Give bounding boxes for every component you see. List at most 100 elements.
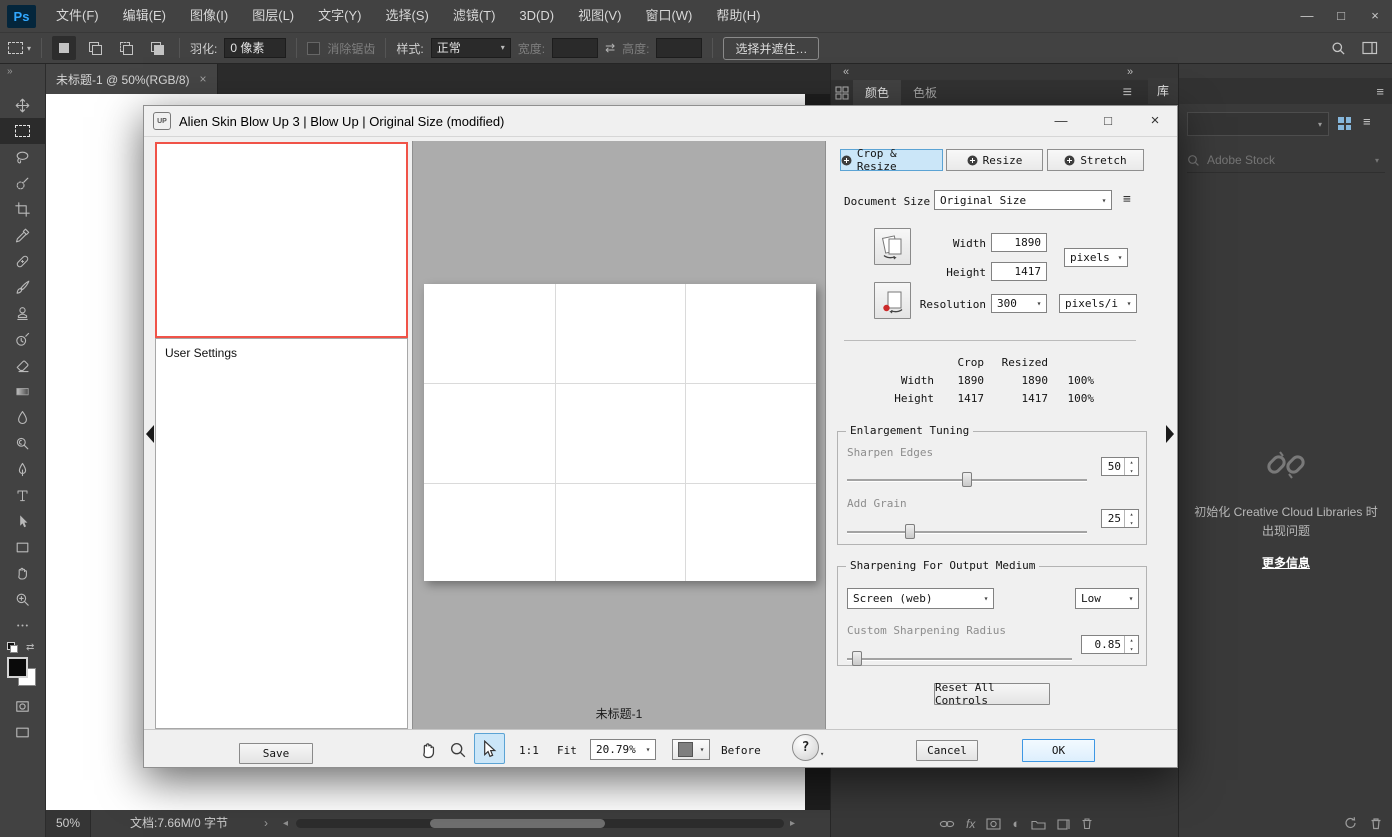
lasso-tool-button[interactable] <box>0 144 45 170</box>
history-brush-tool-button[interactable] <box>0 326 45 352</box>
add-grain-slider[interactable] <box>847 524 1087 539</box>
document-size-menu-icon[interactable]: ≡ <box>1123 192 1131 207</box>
preview-image[interactable] <box>424 284 816 581</box>
select-and-mask-button[interactable]: 选择并遮住… <box>723 37 819 60</box>
document-tab[interactable]: 未标题-1 @ 50%(RGB/8) × <box>46 64 218 94</box>
dialog-minimize-icon[interactable]: — <box>1049 112 1073 130</box>
more-info-link[interactable]: 更多信息 <box>1262 554 1310 571</box>
height-field[interactable]: 1417 <box>991 262 1047 281</box>
menu-type[interactable]: 文字(Y) <box>306 0 373 32</box>
preview-zoom-dropdown[interactable]: 20.79% ▾ <box>590 739 656 760</box>
resolution-combo[interactable]: 300 ▾ <box>991 294 1047 313</box>
spin-up-icon[interactable]: ▴ <box>1125 458 1138 467</box>
spin-up-icon[interactable]: ▴ <box>1125 636 1138 645</box>
background-color-dropdown[interactable]: ▾ <box>672 739 710 760</box>
eraser-tool-button[interactable] <box>0 352 45 378</box>
scroll-right-icon[interactable]: ▸ <box>790 810 795 837</box>
tab-resize[interactable]: Resize <box>946 149 1043 171</box>
panel-menu-icon[interactable]: ≡ <box>1123 84 1132 102</box>
workspace-icon[interactable] <box>1362 41 1378 55</box>
collapse-right-panel-arrow[interactable] <box>1166 425 1174 443</box>
sharpening-level-dropdown[interactable]: Low ▾ <box>1075 588 1139 609</box>
grid-view-icon[interactable] <box>1337 116 1352 131</box>
dialog-close-icon[interactable]: × <box>1143 112 1167 130</box>
tab-crop-resize[interactable]: Crop & Resize <box>840 149 943 171</box>
layer-style-fx-icon[interactable]: fx <box>966 817 975 831</box>
menu-help[interactable]: 帮助(H) <box>704 0 772 32</box>
horizontal-scrollbar[interactable] <box>296 819 784 828</box>
reset-all-controls-button[interactable]: Reset All Controls <box>934 683 1050 705</box>
tab-swatches-panel[interactable]: 色板 <box>901 80 949 106</box>
units-dropdown[interactable]: pixels ▾ <box>1064 248 1128 267</box>
pointer-tool-button[interactable] <box>474 733 505 764</box>
style-select[interactable]: 正常 ▾ <box>431 38 511 58</box>
gradient-tool-button[interactable] <box>0 378 45 404</box>
help-menu-arrow-icon[interactable]: ▾ <box>820 750 824 758</box>
spin-up-icon[interactable]: ▴ <box>1125 510 1138 519</box>
scroll-left-icon[interactable]: ◂ <box>283 810 288 837</box>
pen-tool-button[interactable] <box>0 456 45 482</box>
link-layers-icon[interactable] <box>939 818 955 830</box>
resolution-units-dropdown[interactable]: pixels/i ▾ <box>1059 294 1137 313</box>
brush-tool-button[interactable] <box>0 274 45 300</box>
spin-down-icon[interactable]: ▾ <box>1125 467 1138 476</box>
menu-window[interactable]: 窗口(W) <box>633 0 704 32</box>
tab-color-panel[interactable]: 颜色 <box>853 80 901 106</box>
list-item-user-settings[interactable]: User Settings <box>156 339 407 367</box>
quick-mask-button[interactable] <box>0 693 45 719</box>
collapse-panels-right-icon[interactable]: » <box>1127 66 1133 78</box>
more-tools-button[interactable] <box>0 612 45 638</box>
blur-tool-button[interactable] <box>0 404 45 430</box>
menu-filter[interactable]: 滤镜(T) <box>441 0 508 32</box>
custom-radius-slider[interactable] <box>847 651 1072 666</box>
slider-thumb[interactable] <box>962 472 972 487</box>
rotate-left-button[interactable] <box>874 228 911 265</box>
cancel-button[interactable]: Cancel <box>916 740 978 761</box>
adjustment-layer-icon[interactable]: ◐ <box>1012 816 1020 831</box>
menu-file[interactable]: 文件(F) <box>44 0 111 32</box>
rectangular-marquee-tool-button[interactable] <box>0 118 45 144</box>
width-input[interactable] <box>552 38 598 58</box>
swap-dimensions-icon[interactable]: ⇄ <box>605 41 615 55</box>
zoom-level-field[interactable]: 50% <box>46 810 91 837</box>
height-input[interactable] <box>656 38 702 58</box>
layer-mask-icon[interactable] <box>986 818 1001 830</box>
libraries-panel-menu-icon[interactable]: ≡ <box>1376 84 1384 99</box>
collapse-panels-left-icon[interactable]: « <box>843 66 849 78</box>
close-icon[interactable]: × <box>1358 0 1392 32</box>
default-colors-icon[interactable] <box>7 642 18 653</box>
search-icon[interactable] <box>1331 41 1346 56</box>
tool-preset-button[interactable]: ▾ <box>8 42 31 54</box>
collapse-left-panel-arrow[interactable] <box>146 425 154 443</box>
selection-add-button[interactable] <box>83 36 107 60</box>
feather-input[interactable]: 0 像素 <box>224 38 286 58</box>
selection-subtract-button[interactable] <box>114 36 138 60</box>
dialog-title-bar[interactable]: UP Alien Skin Blow Up 3 | Blow Up | Orig… <box>144 106 1177 137</box>
dialog-maximize-icon[interactable]: □ <box>1096 112 1120 130</box>
zoom-preview-button[interactable] <box>446 738 470 762</box>
rectangle-tool-button[interactable] <box>0 534 45 560</box>
tab-close-icon[interactable]: × <box>200 72 207 86</box>
selection-new-button[interactable] <box>52 36 76 60</box>
menu-select[interactable]: 选择(S) <box>373 0 440 32</box>
spin-down-icon[interactable]: ▾ <box>1125 645 1138 654</box>
toolbar-collapse-icon[interactable]: » <box>0 64 45 92</box>
sharpen-edges-spinner[interactable]: 50 ▴▾ <box>1101 457 1139 476</box>
layer-group-icon[interactable] <box>1031 818 1046 830</box>
slider-thumb[interactable] <box>852 651 862 666</box>
sharpen-edges-slider[interactable] <box>847 472 1087 487</box>
quick-selection-tool-button[interactable] <box>0 170 45 196</box>
library-select-dropdown[interactable]: ▾ <box>1187 112 1329 136</box>
stock-search-field[interactable]: Adobe Stock ▾ <box>1187 148 1385 173</box>
selection-intersect-button[interactable] <box>145 36 169 60</box>
menu-edit[interactable]: 编辑(E) <box>111 0 178 32</box>
delete-library-item-icon[interactable] <box>1370 817 1382 830</box>
width-field[interactable]: 1890 <box>991 233 1047 252</box>
pan-tool-button[interactable] <box>415 737 441 763</box>
actual-size-button[interactable]: 1:1 <box>519 744 539 757</box>
menu-view[interactable]: 视图(V) <box>566 0 633 32</box>
screen-mode-button[interactable] <box>0 719 45 745</box>
add-grain-spinner[interactable]: 25 ▴▾ <box>1101 509 1139 528</box>
minimize-icon[interactable]: — <box>1290 0 1324 32</box>
foreground-color-swatch[interactable] <box>7 657 28 678</box>
